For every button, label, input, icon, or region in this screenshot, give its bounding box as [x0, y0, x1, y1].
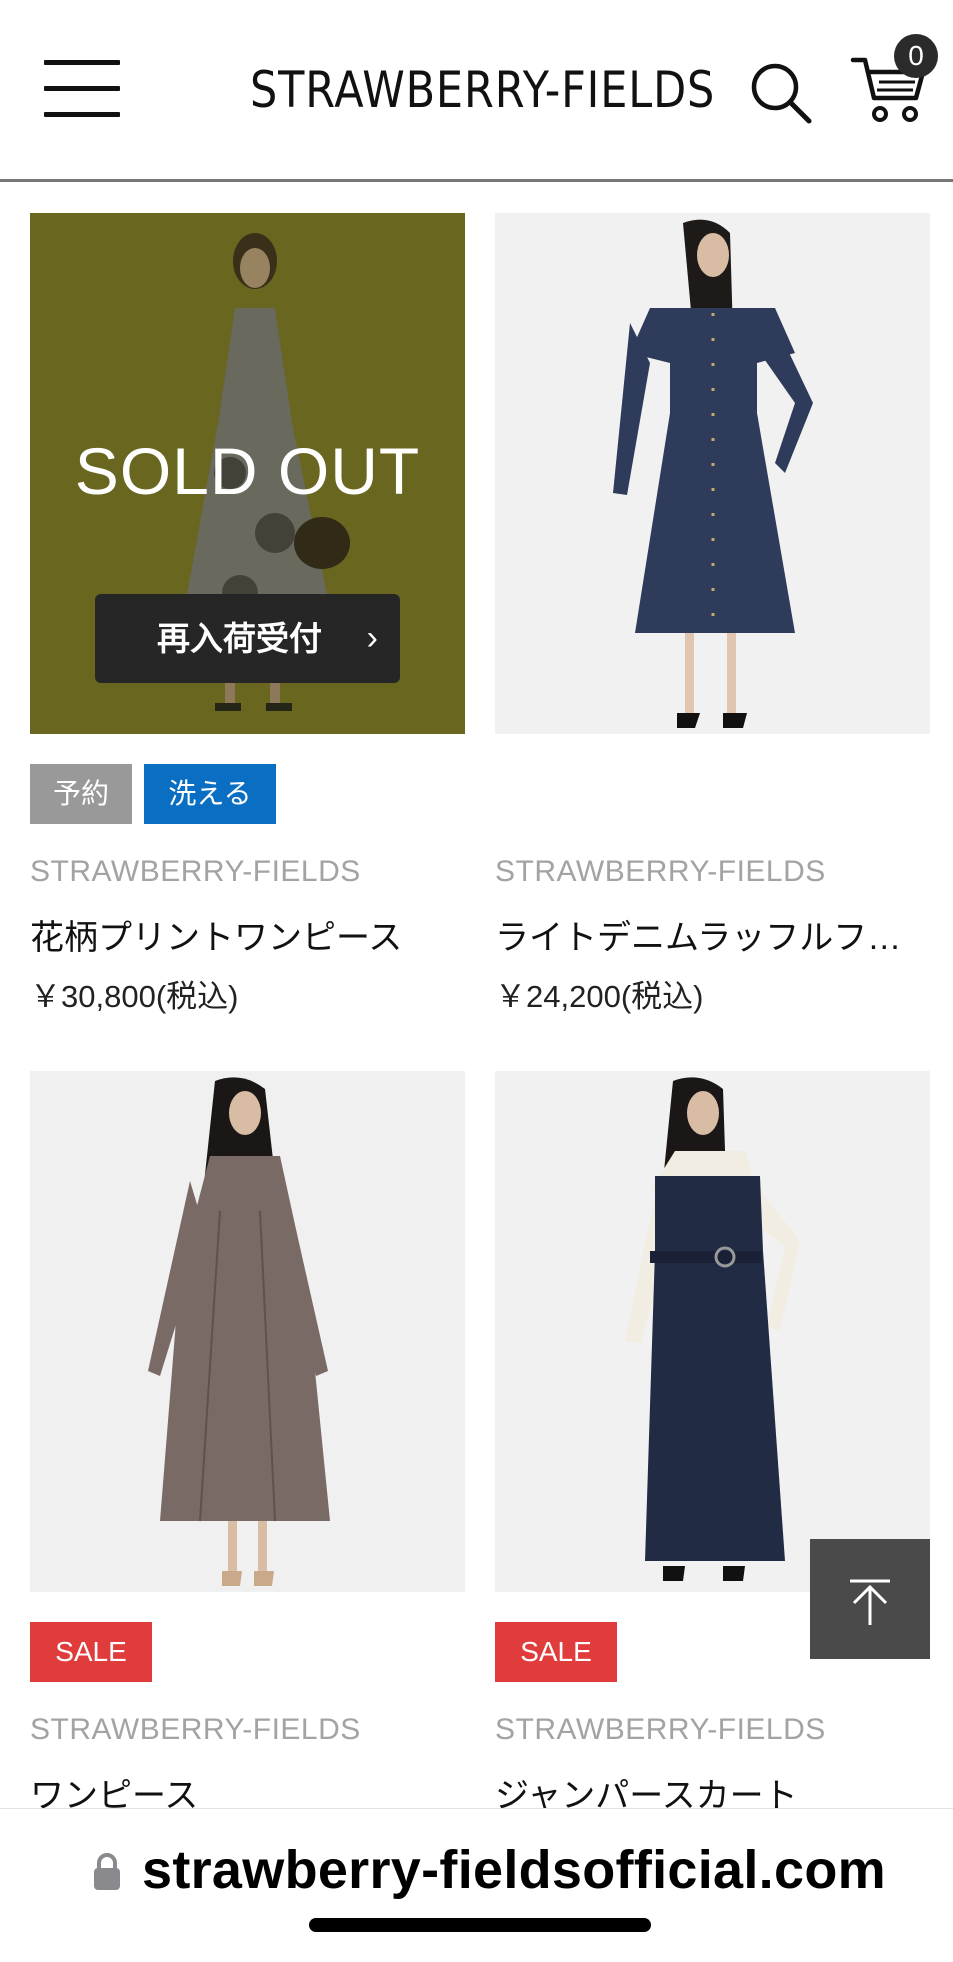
sold-out-label: SOLD OUT	[74, 434, 421, 508]
menu-button[interactable]	[44, 60, 120, 118]
brand-logo[interactable]: STRAWBERRY-FIELDS	[250, 58, 714, 122]
product-image[interactable]	[495, 213, 930, 734]
chevron-right-icon: ›	[366, 619, 378, 657]
cart-count-badge: 0	[894, 34, 938, 78]
restock-label: 再入荷受付	[157, 620, 322, 657]
product-name[interactable]: 花柄プリントワンピース	[30, 910, 465, 959]
lock-icon	[94, 1853, 120, 1890]
product-image[interactable]	[495, 1071, 930, 1592]
menu-icon-bar	[44, 112, 120, 117]
product-image[interactable]: SOLD OUT 再入荷受付 ›	[30, 213, 465, 734]
reservation-badge: 予約	[30, 764, 132, 824]
menu-icon-bar	[44, 86, 120, 91]
product-price: ￥24,200(税込)	[495, 979, 704, 1014]
product-price: ￥30,800(税込)	[30, 979, 239, 1014]
product-brand: STRAWBERRY-FIELDS	[495, 1713, 826, 1746]
product-image[interactable]	[30, 1071, 465, 1592]
browser-address-bar[interactable]: strawberry-fieldsofficial.com	[0, 1808, 953, 1962]
product-brand: STRAWBERRY-FIELDS	[495, 855, 826, 888]
menu-icon-bar	[44, 60, 120, 65]
home-indicator[interactable]	[309, 1918, 651, 1932]
site-header: STRAWBERRY-FIELDS 0	[0, 0, 953, 182]
product-brand: STRAWBERRY-FIELDS	[30, 855, 361, 888]
washable-badge: 洗える	[144, 764, 276, 824]
sale-badge: SALE	[495, 1622, 617, 1682]
restock-request-button[interactable]: 再入荷受付 ›	[95, 594, 400, 683]
product-name[interactable]: ライトデニムラッフルフ…	[495, 910, 930, 959]
page-top-arrow-icon	[850, 1579, 890, 1625]
sale-badge: SALE	[30, 1622, 152, 1682]
url-text[interactable]: strawberry-fieldsofficial.com	[142, 1839, 886, 1901]
search-icon[interactable]	[748, 60, 814, 126]
page-top-button[interactable]	[810, 1539, 930, 1659]
product-brand: STRAWBERRY-FIELDS	[30, 1713, 361, 1746]
